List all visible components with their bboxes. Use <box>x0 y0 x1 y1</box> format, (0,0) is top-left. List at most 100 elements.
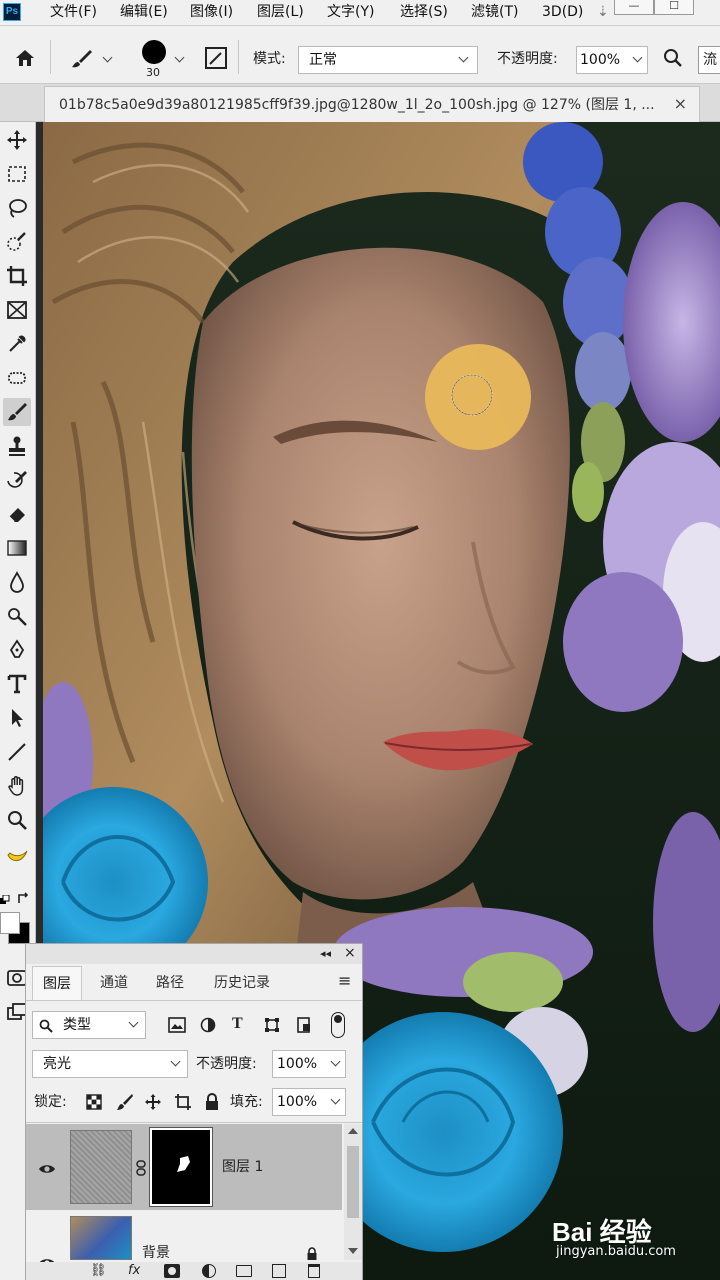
brush-preset-icon[interactable] <box>70 48 94 74</box>
zoom-icon[interactable] <box>3 806 31 834</box>
document-tab[interactable]: 01b78c5a0e9d39a80121985cff9f39.jpg@1280w… <box>44 86 700 122</box>
close-icon[interactable]: × <box>674 94 687 114</box>
minimize-button[interactable]: — <box>614 0 654 15</box>
chevron-down-icon[interactable] <box>102 52 113 63</box>
menu-type[interactable]: 文字(Y) <box>327 3 374 21</box>
healing-icon[interactable] <box>3 364 31 392</box>
chevron-down-icon <box>330 1056 341 1067</box>
layer-row-1[interactable]: 图层 1 <box>26 1124 342 1210</box>
search-icon[interactable] <box>663 48 683 72</box>
menu-image[interactable]: 图像(I) <box>190 3 233 21</box>
frame-icon[interactable] <box>3 296 31 324</box>
scroll-up-icon[interactable] <box>348 1128 358 1134</box>
layer-filter-select[interactable]: 类型 <box>32 1011 146 1039</box>
filter-adjustment-icon[interactable] <box>200 1017 216 1037</box>
eyedropper-icon[interactable] <box>3 330 31 358</box>
foreground-color-swatch[interactable] <box>0 912 20 934</box>
panel-menu-icon[interactable]: ≡ <box>338 972 351 990</box>
blur-icon[interactable] <box>3 568 31 596</box>
mask-icon[interactable] <box>164 1264 180 1278</box>
crop-icon[interactable] <box>3 262 31 290</box>
brush-settings-icon[interactable] <box>204 46 228 74</box>
maximize-button[interactable]: ☐ <box>654 0 694 15</box>
home-icon[interactable] <box>14 48 36 72</box>
mode-select[interactable]: 正常 <box>298 46 478 74</box>
line-icon[interactable] <box>3 738 31 766</box>
divider <box>50 40 51 74</box>
chevron-down-icon[interactable] <box>174 52 185 63</box>
flow-field[interactable]: 流 <box>698 46 720 74</box>
type-icon[interactable] <box>3 670 31 698</box>
layer-thumbnail[interactable] <box>70 1130 132 1204</box>
layer-opacity-input[interactable]: 100% <box>272 1050 346 1078</box>
layer-name[interactable]: 图层 1 <box>222 1158 263 1176</box>
chevron-down-icon <box>632 52 643 63</box>
eraser-icon[interactable] <box>3 500 31 528</box>
new-layer-icon[interactable] <box>272 1264 286 1278</box>
layer-row-background[interactable]: 背景 <box>26 1210 342 1267</box>
scroll-down-icon[interactable] <box>348 1248 358 1254</box>
quick-select-icon[interactable] <box>3 228 31 256</box>
trash-icon[interactable] <box>308 1264 320 1278</box>
chevron-down-icon <box>330 1094 341 1105</box>
close-icon[interactable]: × <box>344 944 356 962</box>
menu-3d[interactable]: 3D(D) <box>542 3 583 21</box>
fill-input[interactable]: 100% <box>272 1088 346 1116</box>
menu-overflow[interactable]: ⇣ <box>597 3 609 21</box>
photoshop-logo: Ps <box>3 3 21 21</box>
opacity-input[interactable]: 100% <box>576 46 648 74</box>
dodge-icon[interactable] <box>3 602 31 630</box>
filter-pixel-icon[interactable] <box>168 1017 186 1037</box>
lasso-icon[interactable] <box>3 194 31 222</box>
layers-scrollbar[interactable] <box>344 1124 362 1260</box>
lock-all-icon[interactable] <box>204 1093 220 1115</box>
banana-icon[interactable] <box>3 840 31 868</box>
chevron-down-icon <box>128 1017 139 1028</box>
menu-select[interactable]: 选择(S) <box>400 3 448 21</box>
filter-toggle[interactable] <box>331 1012 345 1038</box>
brush-icon[interactable] <box>3 398 31 426</box>
tab-history[interactable]: 历史记录 <box>200 966 284 1000</box>
menu-filter[interactable]: 滤镜(T) <box>471 3 518 21</box>
collapse-icon[interactable]: ◂◂ <box>320 945 331 963</box>
lock-label: 锁定: <box>34 1094 67 1110</box>
brush-tip-icon[interactable] <box>142 40 166 64</box>
lock-transparent-icon[interactable] <box>86 1094 102 1114</box>
flow-label: 流 <box>703 52 717 68</box>
link-icon[interactable]: ⛓ <box>90 1262 107 1280</box>
hand-icon[interactable] <box>3 772 31 800</box>
adjustment-icon[interactable] <box>202 1264 216 1278</box>
layer-mask-thumbnail[interactable] <box>149 1127 213 1207</box>
folder-icon[interactable] <box>236 1265 252 1277</box>
mode-value: 正常 <box>309 52 337 68</box>
layer-name[interactable]: 背景 <box>142 1244 170 1262</box>
history-brush-icon[interactable] <box>3 466 31 494</box>
menu-file[interactable]: 文件(F) <box>50 3 97 21</box>
mode-label: 模式: <box>253 51 286 67</box>
gradient-icon[interactable] <box>3 534 31 562</box>
lock-position-icon[interactable] <box>144 1093 162 1115</box>
default-colors-icon[interactable] <box>0 890 10 904</box>
menu-layer[interactable]: 图层(L) <box>257 3 304 21</box>
scroll-thumb[interactable] <box>347 1146 359 1218</box>
menu-edit[interactable]: 编辑(E) <box>120 3 168 21</box>
stamp-icon[interactable] <box>3 432 31 460</box>
marquee-icon[interactable] <box>3 160 31 188</box>
visibility-eye-icon[interactable] <box>38 1160 56 1179</box>
tab-paths[interactable]: 路径 <box>144 966 196 1000</box>
lock-artboard-icon[interactable] <box>174 1093 192 1115</box>
fx-icon[interactable]: fx <box>128 1262 140 1280</box>
swap-colors-icon[interactable] <box>17 890 31 909</box>
blend-mode-select[interactable]: 亮光 <box>32 1050 188 1078</box>
chain-link-icon[interactable] <box>136 1160 146 1180</box>
pen-icon[interactable] <box>3 636 31 664</box>
move-icon[interactable] <box>3 126 31 154</box>
path-select-icon[interactable] <box>3 704 31 732</box>
layer-thumbnail[interactable] <box>70 1216 132 1260</box>
filter-smart-object-icon[interactable] <box>296 1017 312 1037</box>
tab-layers[interactable]: 图层 <box>32 966 82 1000</box>
lock-pixels-icon[interactable] <box>116 1093 134 1115</box>
tab-channels[interactable]: 通道 <box>86 966 142 1000</box>
filter-shape-icon[interactable] <box>264 1017 280 1037</box>
filter-type-icon[interactable]: T <box>232 1015 243 1033</box>
